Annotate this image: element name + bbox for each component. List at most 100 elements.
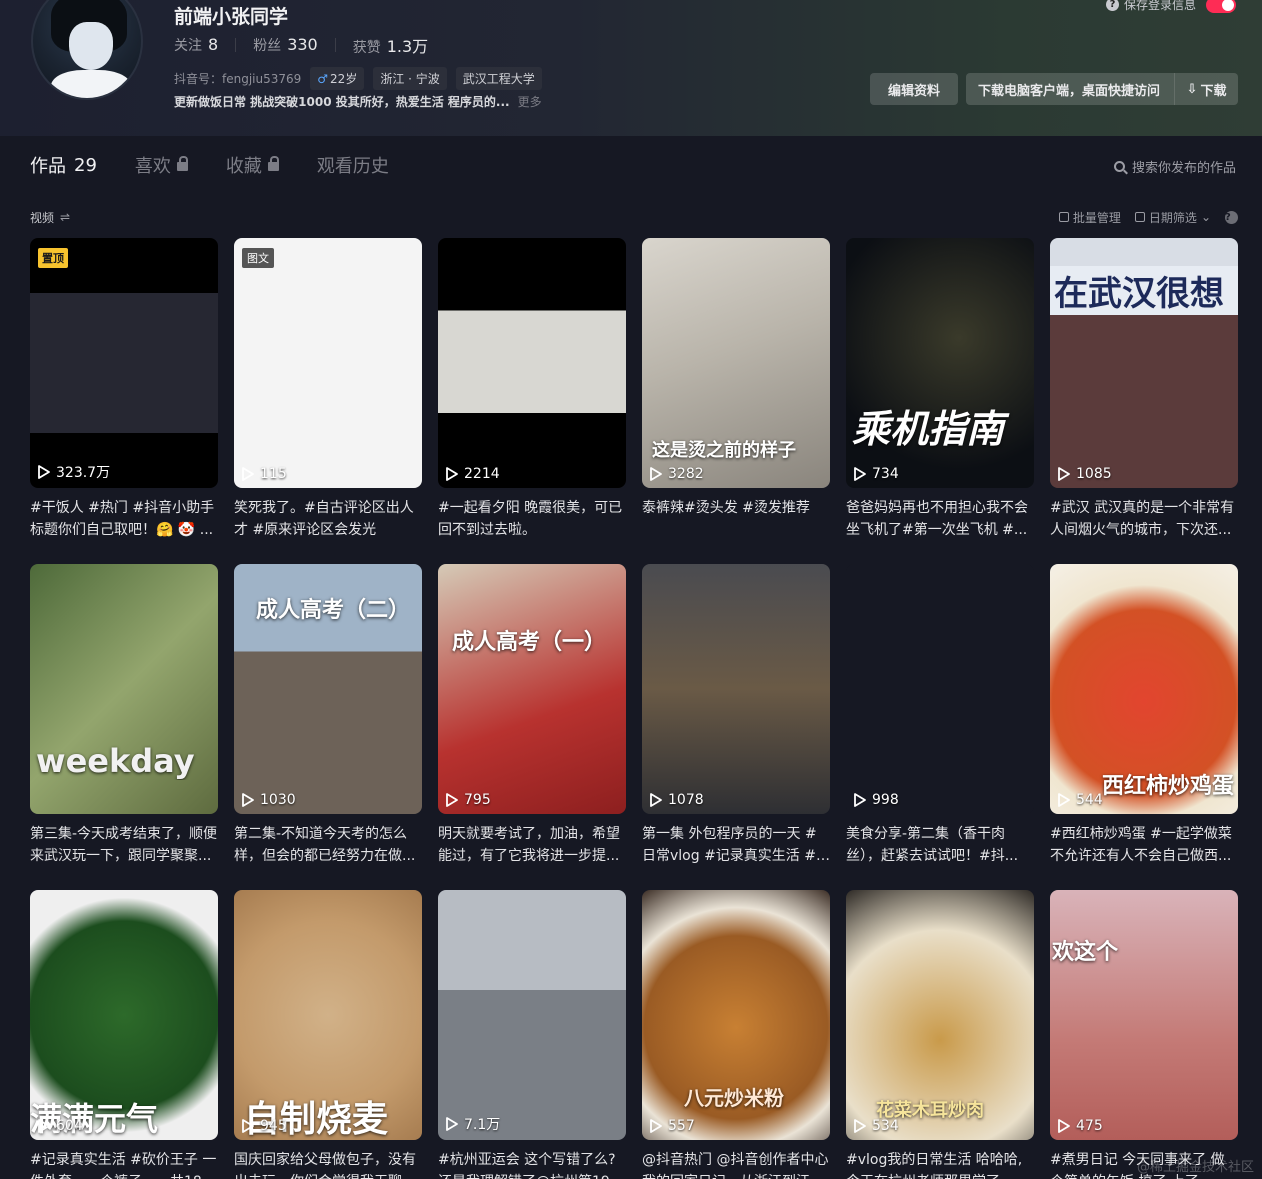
avatar[interactable] (31, 0, 143, 100)
video-thumbnail[interactable]: 花菜木耳炒肉 534 (846, 890, 1034, 1140)
play-count: 323.7万 (38, 462, 110, 482)
video-card[interactable]: 成人高考（一） 795 明天就要考试了，加油，希望能过，有了它我将进一步提... (438, 564, 626, 867)
thumbnail-overlay-text: weekday (36, 742, 195, 780)
video-thumbnail[interactable]: weekday (30, 564, 218, 814)
video-thumbnail[interactable]: 西红柿炒鸡蛋 544 (1050, 564, 1238, 814)
video-card[interactable]: 八元炒米粉 557 @抖音热门 @抖音创作者中心 我的回家日记，从浙江到江... (642, 890, 830, 1179)
video-caption[interactable]: #西红柿炒鸡蛋 #一起学做菜 不允许还有人不会自己做西... (1050, 823, 1238, 867)
video-thumbnail[interactable]: 成人高考（一） 795 (438, 564, 626, 814)
video-card[interactable]: 998 美食分享-第二集（香干肉丝），赶紧去试试吧！#抖... (846, 564, 1034, 867)
tab-favorites[interactable]: 收藏 (226, 152, 279, 178)
video-caption[interactable]: #武汉 武汉真的是一个非常有人间烟火气的城市，下次还... (1050, 497, 1238, 541)
filter-icon[interactable]: ⇌ (60, 210, 70, 224)
thumbnail-overlay-text: 成人高考（二） (256, 598, 411, 623)
video-caption[interactable]: 泰裤辣#烫头发 #烫发推荐 (642, 497, 830, 541)
video-caption[interactable]: #记录真实生活 #砍价王子 一件外套，一个裤子，一共180.... (30, 1149, 218, 1179)
followers-stat[interactable]: 粉丝 330 (253, 35, 318, 55)
video-thumbnail[interactable]: 这是烫之前的样子 3282 (642, 238, 830, 488)
video-thumbnail[interactable]: 成人高考（二） 1030 (234, 564, 422, 814)
download-button[interactable]: ⇩ 下载 (1174, 73, 1238, 105)
video-caption[interactable]: 明天就要考试了，加油，希望能过，有了它我将进一步提... (438, 823, 626, 867)
video-card[interactable]: 在武汉很想 1085 #武汉 武汉真的是一个非常有人间烟火气的城市，下次还... (1050, 238, 1238, 541)
video-card[interactable]: 7.1万 #杭州亚运会 这个写错了么? 还是我理解错了@杭州第19... (438, 890, 626, 1179)
video-caption[interactable]: #一起看夕阳 晚霞很美，可已回不到过去啦。 (438, 497, 626, 541)
tab-likes[interactable]: 喜欢 (135, 152, 188, 178)
profile-meta: 抖音号：fengjiu53769 ♂ 22岁 浙江 · 宁波 武汉工程大学 (174, 67, 542, 90)
video-card[interactable]: 满满元气604 #记录真实生活 #砍价王子 一件外套，一个裤子，一共180.... (30, 890, 218, 1179)
video-card[interactable]: 置顶 323.7万 #干饭人 #热门 #抖音小助手 标题你们自己取吧！🤗 🤡 ... (30, 238, 218, 541)
video-caption[interactable]: #干饭人 #热门 #抖音小助手 标题你们自己取吧！🤗 🤡 ... (30, 497, 218, 541)
lock-icon (176, 155, 188, 171)
video-caption[interactable]: 笑死我了。#自古评论区出人才 #原来评论区会发光 (234, 497, 422, 541)
video-thumbnail[interactable]: 7.1万 (438, 890, 626, 1140)
search-icon (1113, 161, 1125, 172)
date-filter-button[interactable]: 日期筛选 ⌄ (1134, 209, 1211, 226)
video-caption[interactable]: 国庆回家给父母做包子，没有出去玩，你们会觉得我无聊... (234, 1149, 422, 1179)
play-icon (650, 467, 662, 481)
help-icon[interactable]: ? (1105, 0, 1119, 11)
play-icon (38, 465, 50, 479)
play-icon (650, 793, 662, 807)
play-count: 3282 (650, 466, 704, 482)
following-stat[interactable]: 关注 8 (174, 35, 218, 55)
video-card[interactable]: 西红柿炒鸡蛋 544 #西红柿炒鸡蛋 #一起学做菜 不允许还有人不会自己做西... (1050, 564, 1238, 867)
play-icon (242, 467, 254, 481)
video-thumbnail[interactable]: 八元炒米粉 557 (642, 890, 830, 1140)
video-caption[interactable]: 第一集 外包程序员的一天 #日常vlog #记录真实生活 #我... (642, 823, 830, 867)
video-thumbnail[interactable]: 自制烧麦 945 (234, 890, 422, 1140)
tab-history[interactable]: 观看历史 (317, 152, 389, 178)
video-caption[interactable]: 第三集-今天成考结束了，顺便来武汉玩一下，跟同学聚聚... (30, 823, 218, 867)
video-thumbnail[interactable]: 乘机指南 734 (846, 238, 1034, 488)
nickname: 前端小张同学 (174, 6, 289, 28)
video-thumbnail[interactable]: 1078 (642, 564, 830, 814)
video-caption[interactable]: 美食分享-第二集（香干肉丝），赶紧去试试吧！#抖... (846, 823, 1034, 867)
video-caption[interactable]: @抖音热门 @抖音创作者中心 我的回家日记，从浙江到江... (642, 1149, 830, 1179)
thumbnail-overlay-text: 在武汉很想 (1050, 266, 1238, 315)
save-login: ? 保存登录信息 (1105, 0, 1236, 13)
download-icon: ⇩ (1186, 81, 1198, 97)
help-icon[interactable]: ? (1225, 210, 1238, 224)
play-count: 604 (38, 1118, 83, 1134)
bio-more-link[interactable]: 更多 (518, 95, 542, 109)
video-card[interactable]: 成人高考（二） 1030 第二集-不知道今天考的怎么样，但会的都已经努力在做... (234, 564, 422, 867)
video-thumbnail[interactable]: 置顶 323.7万 (30, 238, 218, 488)
video-thumbnail[interactable]: 满满元气 604 (30, 890, 218, 1140)
video-thumbnail[interactable]: 2214 (438, 238, 626, 488)
video-card[interactable]: 这是烫之前的样子 3282 泰裤辣#烫头发 #烫发推荐 (642, 238, 830, 541)
download-client-button[interactable]: 下载电脑客户端，桌面快捷访问 ⇩ 下载 (966, 73, 1238, 105)
location-chip: 浙江 · 宁波 (373, 67, 447, 90)
school-chip: 武汉工程大学 (455, 67, 542, 90)
video-card[interactable]: 2214 #一起看夕阳 晚霞很美，可已回不到过去啦。 (438, 238, 626, 541)
batch-manage-button[interactable]: 批量管理 (1058, 209, 1121, 226)
play-icon (242, 793, 254, 807)
tab-works[interactable]: 作品 29 (30, 152, 97, 178)
video-card[interactable]: 1078 第一集 外包程序员的一天 #日常vlog #记录真实生活 #我... (642, 564, 830, 867)
watermark: @稀土掘金技术社区 (1136, 1160, 1254, 1175)
profile-header: 前端小张同学 关注 8 粉丝 330 获赞 1.3万 抖音号：fengjiu53769… (0, 0, 1262, 136)
save-login-toggle[interactable] (1206, 0, 1236, 13)
video-card[interactable]: 图文 115 笑死我了。#自古评论区出人才 #原来评论区会发光 (234, 238, 422, 541)
video-caption[interactable]: #杭州亚运会 这个写错了么? 还是我理解错了@杭州第19... (438, 1149, 626, 1179)
search-works[interactable]: 搜索你发布的作品 (1113, 157, 1236, 176)
play-icon (446, 1117, 458, 1131)
play-count: 115 (242, 466, 287, 482)
video-caption[interactable]: #vlog我的日常生活 哈哈哈, 今天在杭州老师那里学了... (846, 1149, 1034, 1179)
thumbnail-overlay-text: 这是烫之前的样子 (652, 440, 796, 461)
video-caption[interactable]: 第二集-不知道今天考的怎么样，但会的都已经努力在做... (234, 823, 422, 867)
video-caption[interactable]: 爸爸妈妈再也不用担心我不会坐飞机了#第一次坐飞机 #... (846, 497, 1034, 541)
video-card[interactable]: 花菜木耳炒肉534 #vlog我的日常生活 哈哈哈, 今天在杭州老师那里学了... (846, 890, 1034, 1179)
play-count: 1085 (1058, 466, 1112, 482)
edit-profile-button[interactable]: 编辑资料 (870, 73, 958, 105)
play-icon (1058, 467, 1070, 481)
thumbnail-overlay-text: 欢这个 (1052, 940, 1119, 965)
video-thumbnail[interactable]: 图文 115 (234, 238, 422, 488)
video-filter-label[interactable]: 视频 (30, 209, 54, 226)
video-card[interactable]: 乘机指南 734 爸爸妈妈再也不用担心我不会坐飞机了#第一次坐飞机 #... (846, 238, 1034, 541)
video-card[interactable]: 自制烧麦945 国庆回家给父母做包子，没有出去玩，你们会觉得我无聊... (234, 890, 422, 1179)
video-thumbnail[interactable]: 998 (846, 564, 1034, 814)
video-thumbnail[interactable]: 在武汉很想 1085 (1050, 238, 1238, 488)
play-count: 475 (1058, 1118, 1103, 1134)
video-thumbnail[interactable]: 欢这个 475 (1050, 890, 1238, 1140)
video-card[interactable]: weekday 第三集-今天成考结束了，顺便来武汉玩一下，跟同学聚聚... (30, 564, 218, 867)
video-card[interactable]: 欢这个475#煮男日记 今天同事来了 做个简单的午饭 搞了 上了... (1050, 890, 1238, 1179)
